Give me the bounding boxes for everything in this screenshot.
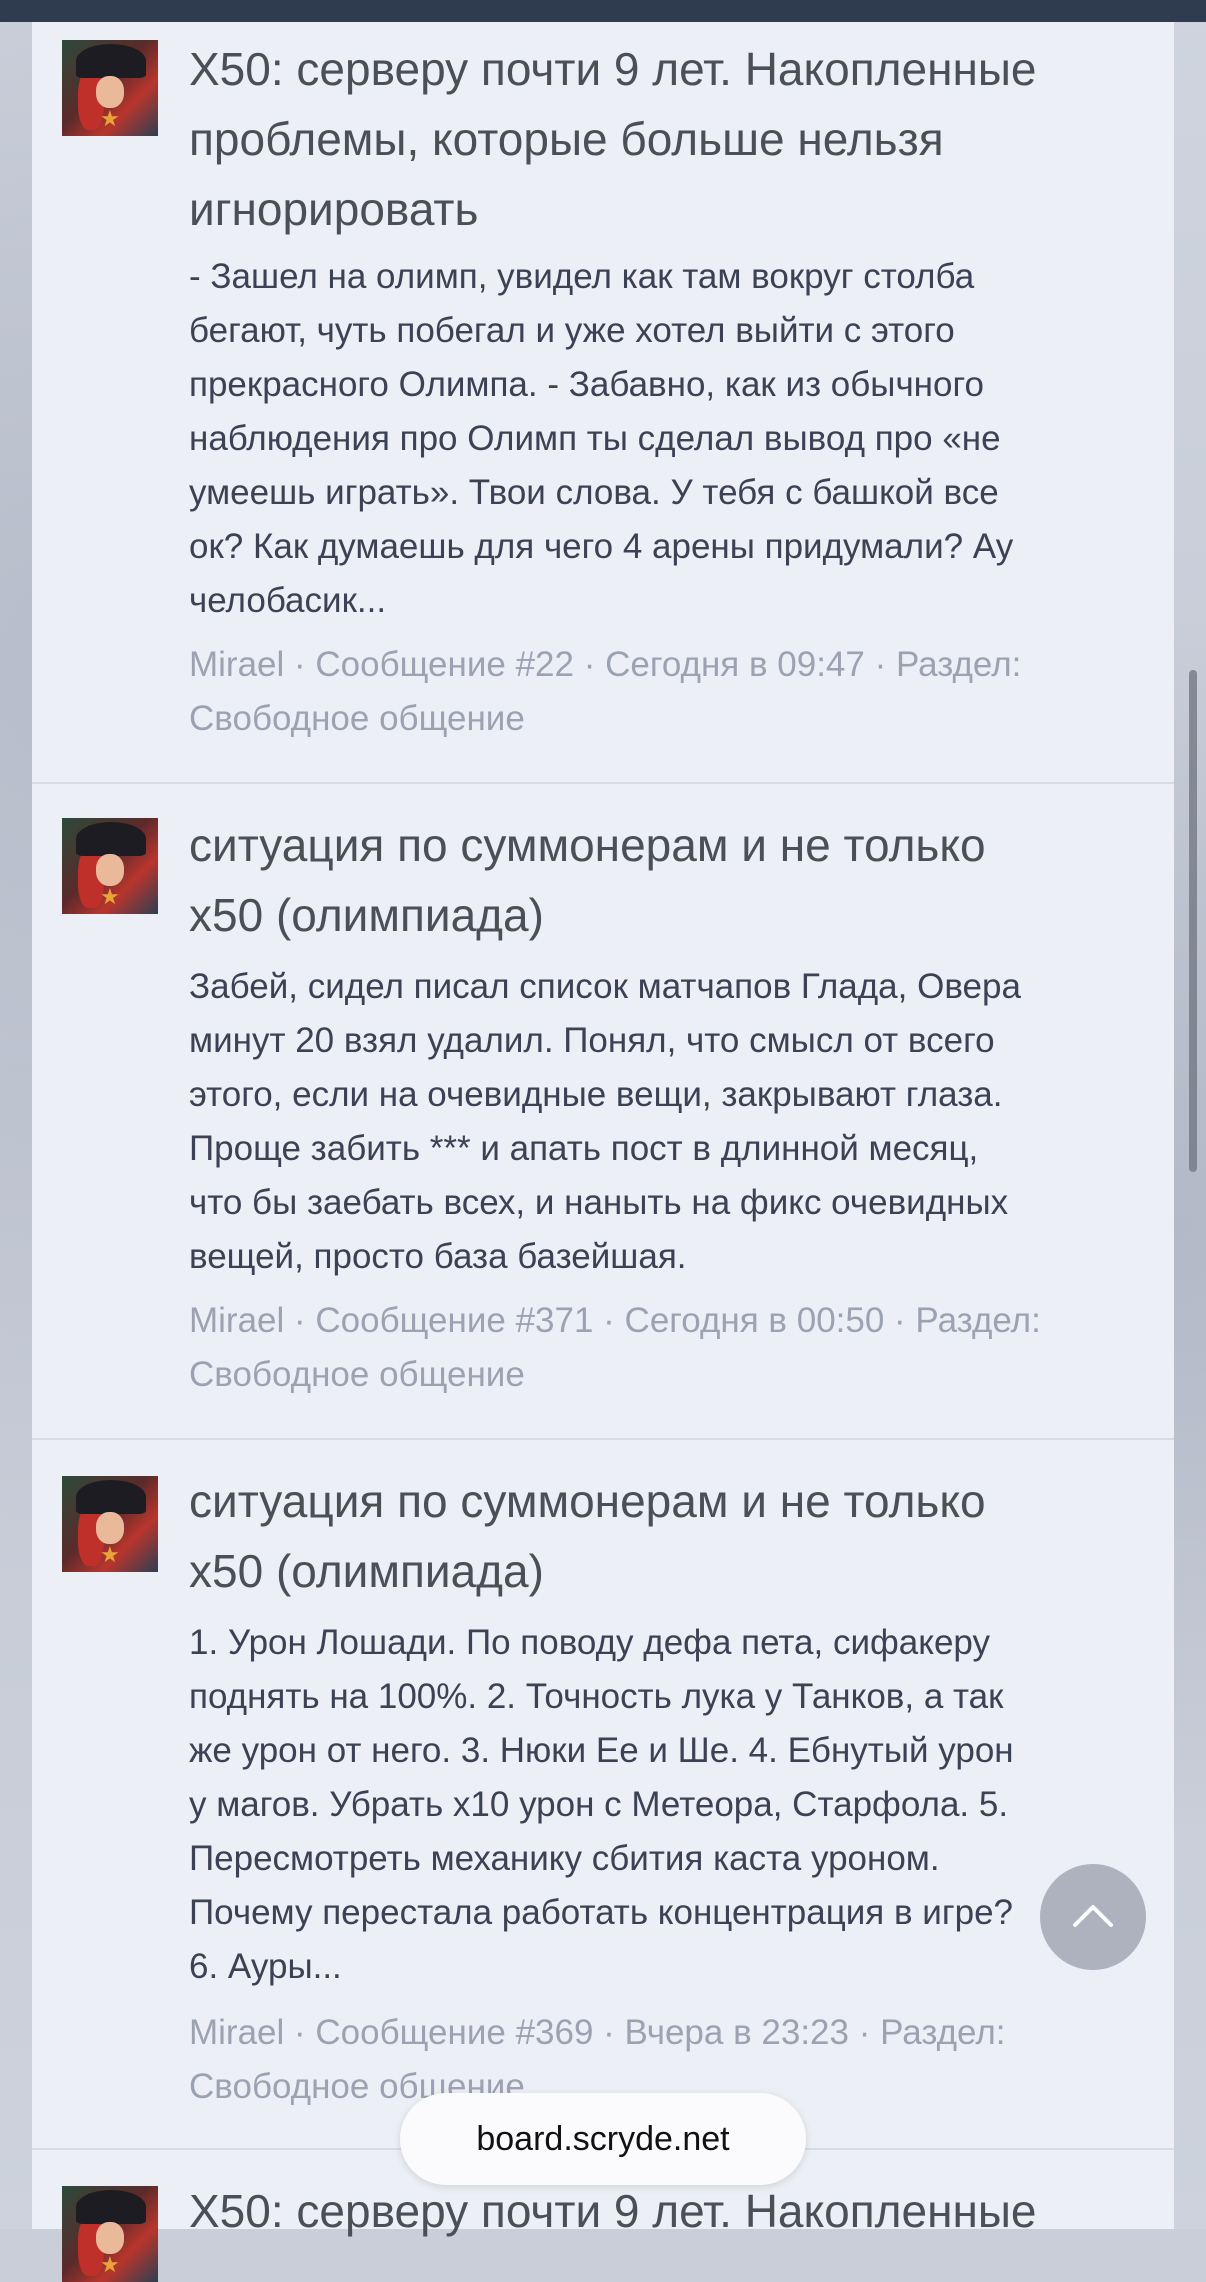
result-meta: Mirael · Сообщение #371 · Сегодня в 00:5… <box>189 1301 1041 1394</box>
result-snippet: 1. Урон Лошади. По поводу дефа пета, сиф… <box>189 1623 1014 1986</box>
browser-url-bar[interactable]: board.scryde.net <box>400 2093 806 2185</box>
result-title[interactable]: X50: серверу почти 9 лет. Накопленные <box>189 2176 1149 2246</box>
avatar[interactable]: ★ <box>62 2186 158 2282</box>
avatar[interactable]: ★ <box>62 1476 158 1572</box>
result-snippet: - Зашел на олимп, увидел как там вокруг … <box>189 257 1014 620</box>
result-snippet: Забей, сидел писал список матчапов Глада… <box>189 967 1021 1276</box>
result-meta: Mirael · Сообщение #22 · Сегодня в 09:47… <box>189 645 1022 738</box>
result-title[interactable]: ситуация по суммонерам и не только x50 (… <box>189 810 1149 950</box>
avatar[interactable]: ★ <box>62 40 158 136</box>
top-bar <box>0 0 1206 22</box>
url-text: board.scryde.net <box>476 2119 730 2158</box>
result-title[interactable]: ситуация по суммонерам и не только x50 (… <box>189 1466 1149 1606</box>
result-item[interactable]: ★ ситуация по суммонерам и не только x50… <box>32 1440 1174 2150</box>
result-item[interactable]: ★ X50: серверу почти 9 лет. Накопленные … <box>32 0 1174 784</box>
result-title[interactable]: X50: серверу почти 9 лет. Накопленные пр… <box>189 34 1149 244</box>
scroll-to-top-button[interactable] <box>1040 1864 1146 1970</box>
result-item[interactable]: ★ ситуация по суммонерам и не только x50… <box>32 784 1174 1440</box>
avatar[interactable]: ★ <box>62 818 158 914</box>
scrollbar-thumb[interactable] <box>1189 670 1197 1172</box>
chevron-up-icon <box>1071 1901 1115 1934</box>
